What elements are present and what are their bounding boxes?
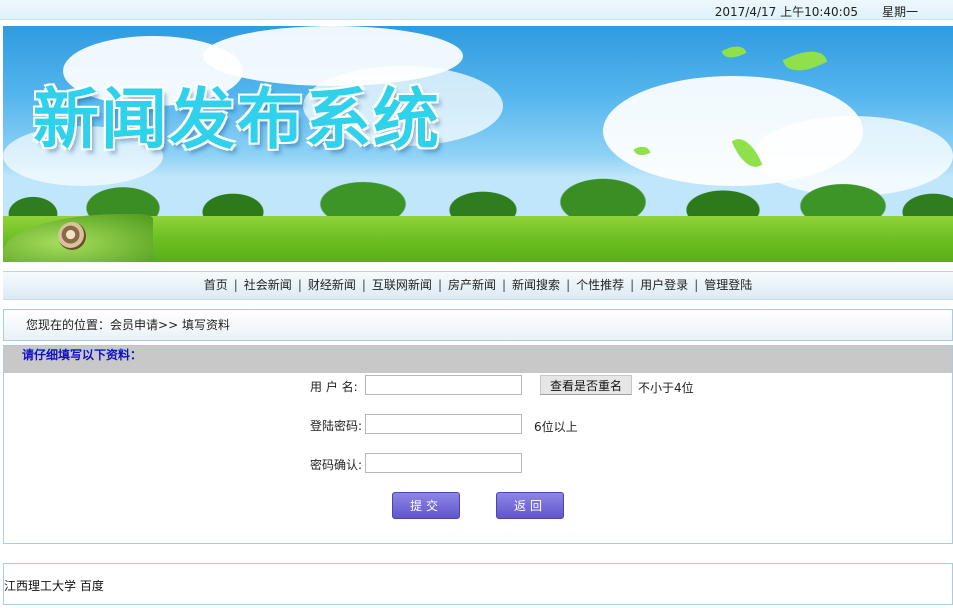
breadcrumb: 您现在的位置：会员申请>> 填写资料	[3, 309, 953, 341]
username-row: 用 户 名: 查看是否重名 不小于4位	[4, 375, 952, 397]
footer-link-jxust[interactable]: 江西理工大学	[4, 579, 76, 593]
confirm-row: 密码确认:	[4, 453, 952, 475]
nav-item-home[interactable]: 首页	[200, 278, 232, 292]
password-label: 登陆密码:	[310, 417, 362, 434]
banner-title: 新闻发布系统	[33, 66, 441, 162]
password-input[interactable]	[365, 414, 522, 434]
weekday: 星期一	[882, 3, 918, 20]
username-label: 用 户 名:	[310, 378, 358, 395]
confirm-label: 密码确认:	[310, 456, 362, 473]
leaf-icon	[783, 43, 828, 78]
confirm-password-input[interactable]	[365, 453, 522, 473]
snail-icon	[58, 222, 86, 250]
form-heading: 请仔细填写以下资料：	[4, 346, 952, 373]
check-duplicate-button[interactable]: 查看是否重名	[540, 375, 632, 395]
date-time: 2017/4/17 上午10:40:05	[715, 3, 858, 20]
nav-item-social-news[interactable]: 社会新闻	[240, 278, 296, 292]
submit-button[interactable]: 提交	[392, 492, 460, 519]
username-hint: 不小于4位	[638, 379, 694, 396]
top-status-bar: 2017/4/17 上午10:40:05 星期一	[0, 0, 953, 20]
nav-item-internet-news[interactable]: 互联网新闻	[368, 278, 436, 292]
breadcrumb-path: 会员申请>> 填写资料	[110, 318, 230, 332]
nav-item-recommend[interactable]: 个性推荐	[572, 278, 628, 292]
nav-item-finance-news[interactable]: 财经新闻	[304, 278, 360, 292]
register-form: 请仔细填写以下资料： 用 户 名: 查看是否重名 不小于4位 登陆密码: 6位以…	[3, 345, 953, 544]
password-row: 登陆密码: 6位以上	[4, 414, 952, 436]
username-input[interactable]	[365, 375, 522, 395]
footer-link-baidu[interactable]: 百度	[80, 579, 104, 593]
password-hint: 6位以上	[534, 418, 578, 435]
banner: 新闻发布系统	[3, 26, 953, 262]
nav-item-news-search[interactable]: 新闻搜索	[508, 278, 564, 292]
nav-item-admin-login[interactable]: 管理登陆	[700, 278, 756, 292]
back-button[interactable]: 返回	[496, 492, 564, 519]
nav-item-realestate-news[interactable]: 房产新闻	[444, 278, 500, 292]
footer-links: 江西理工大学 百度	[3, 563, 953, 605]
nav-item-user-login[interactable]: 用户登录	[636, 278, 692, 292]
main-nav: 首页|社会新闻|财经新闻|互联网新闻|房产新闻|新闻搜索|个性推荐|用户登录|管…	[3, 271, 953, 300]
breadcrumb-label: 您现在的位置：	[26, 318, 110, 332]
leaf-icon	[721, 42, 746, 62]
